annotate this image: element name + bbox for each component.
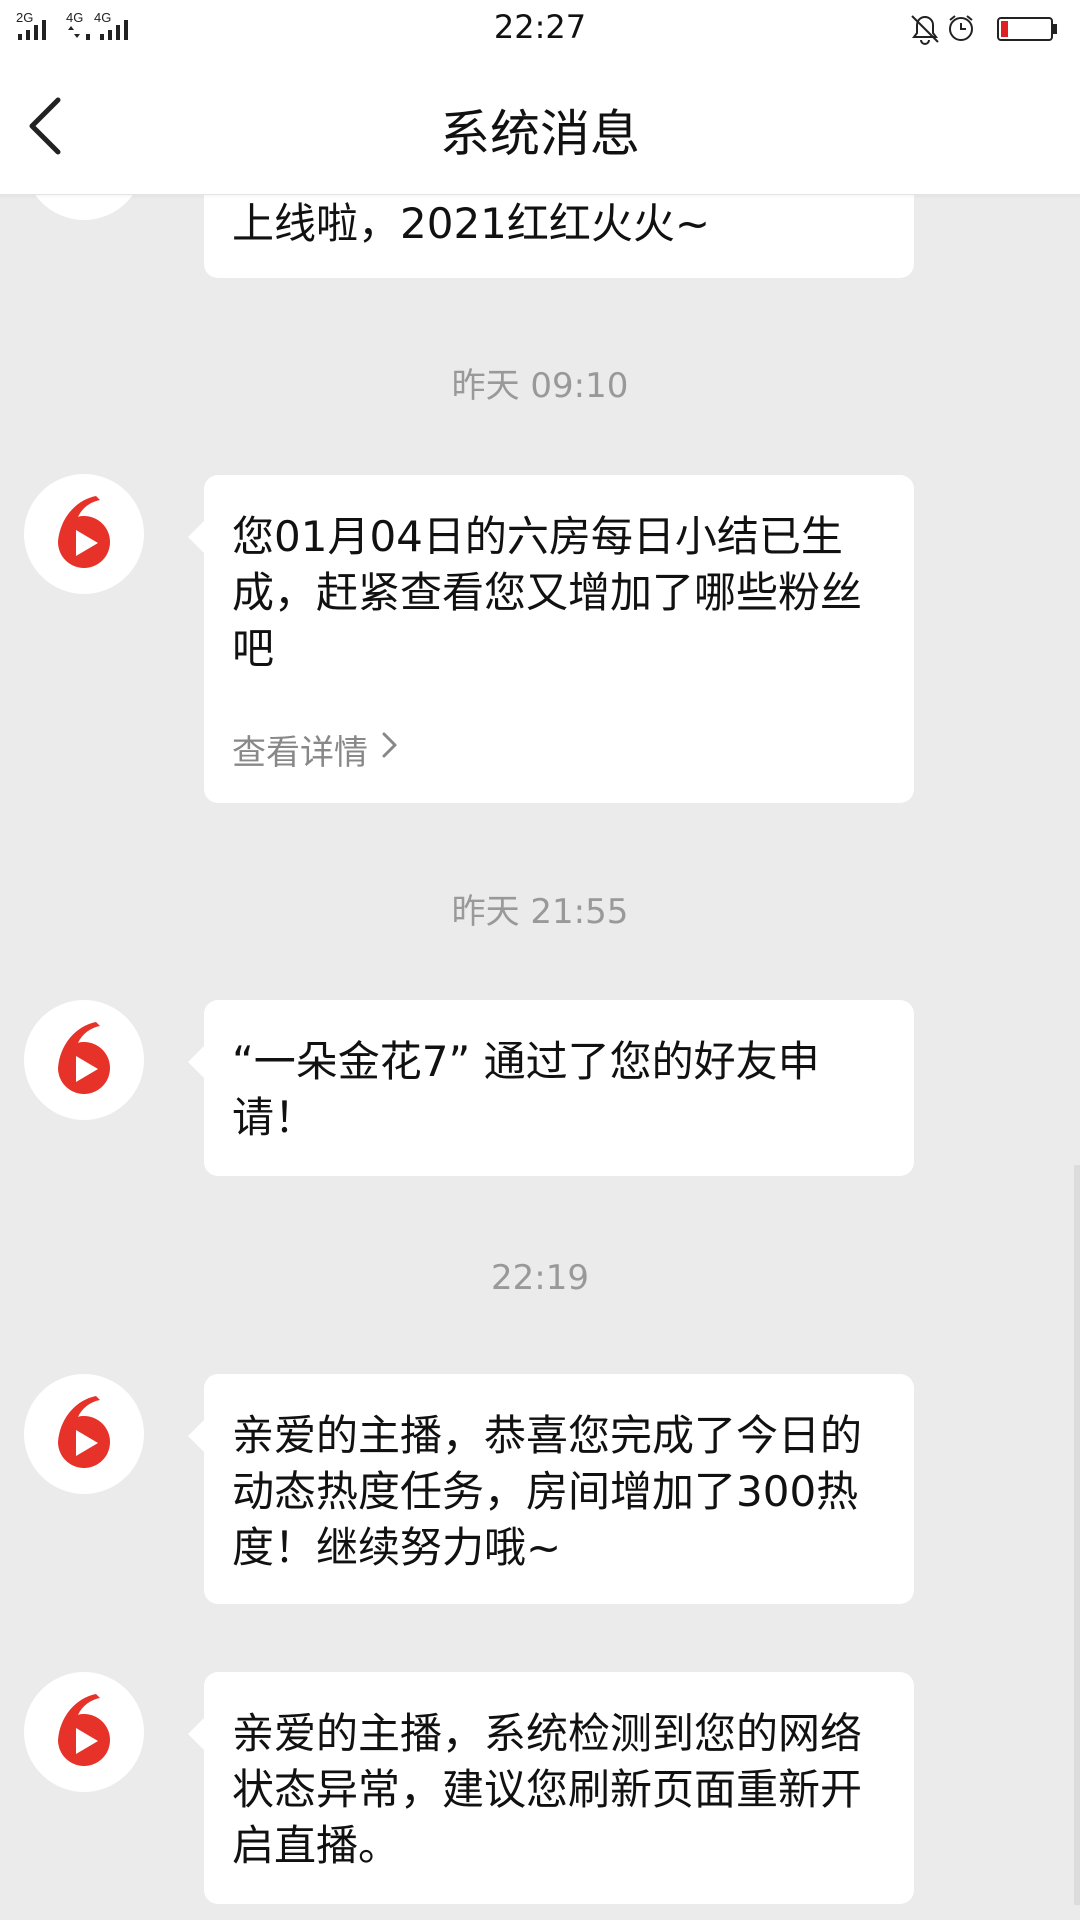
bell-off-icon [911, 15, 939, 45]
message-text: 亲爱的主播，恭喜您完成了今日的动态热度任务，房间增加了300热度！继续努力哦~ [232, 1411, 863, 1572]
alarm-icon [949, 15, 973, 41]
avatar[interactable] [24, 474, 144, 594]
liufang-logo-icon [58, 1022, 110, 1094]
view-details-label: 查看详情 [232, 733, 368, 773]
nav-bar: 系统消息 [0, 58, 1080, 195]
message-timestamp: 昨天 21:55 [451, 892, 629, 932]
status-bar: 2G 4G 4G 22:27 [0, 0, 1080, 58]
battery-low-icon [997, 17, 1057, 41]
message-text: 亲爱的主播，系统检测到您的网络状态异常，建议您刷新页面重新开启直播。 [232, 1709, 863, 1870]
avatar[interactable] [24, 1000, 144, 1120]
message-timestamp: 昨天 09:10 [451, 366, 629, 406]
status-icons [906, 10, 1066, 50]
avatar[interactable] [24, 1374, 144, 1494]
avatar[interactable] [24, 1672, 144, 1792]
view-details-link[interactable]: 查看详情 [232, 725, 886, 774]
message-text: 上线啦，2021红红火火~ [232, 199, 711, 248]
message-text: 您01月04日的六房每日小结已生成，赶紧查看您又增加了哪些粉丝吧 [232, 512, 863, 673]
scrollbar[interactable] [1074, 1165, 1080, 1905]
message-bubble[interactable]: 您01月04日的六房每日小结已生成，赶紧查看您又增加了哪些粉丝吧 查看详情 [188, 475, 914, 803]
message-bubble[interactable]: 亲爱的主播，恭喜您完成了今日的动态热度任务，房间增加了300热度！继续努力哦~ [188, 1374, 914, 1604]
message-bubble[interactable]: 亲爱的主播，系统检测到您的网络状态异常，建议您刷新页面重新开启直播。 [188, 1672, 914, 1904]
message-text: “一朵金花7” 通过了您的好友申请！ [232, 1037, 820, 1142]
liufang-logo-icon [58, 496, 110, 568]
message-bubble[interactable]: “一朵金花7” 通过了您的好友申请！ [188, 1000, 914, 1176]
liufang-logo-icon [58, 1396, 110, 1468]
page-title: 系统消息 [440, 105, 640, 163]
message-list[interactable]: 上线啦，2021红红火火~ 昨天 09:10 您01月04日的六房每日小结已生成… [0, 0, 1080, 1920]
message-timestamp: 22:19 [491, 1258, 589, 1298]
chevron-right-icon [382, 732, 397, 758]
liufang-logo-icon [58, 1694, 110, 1766]
